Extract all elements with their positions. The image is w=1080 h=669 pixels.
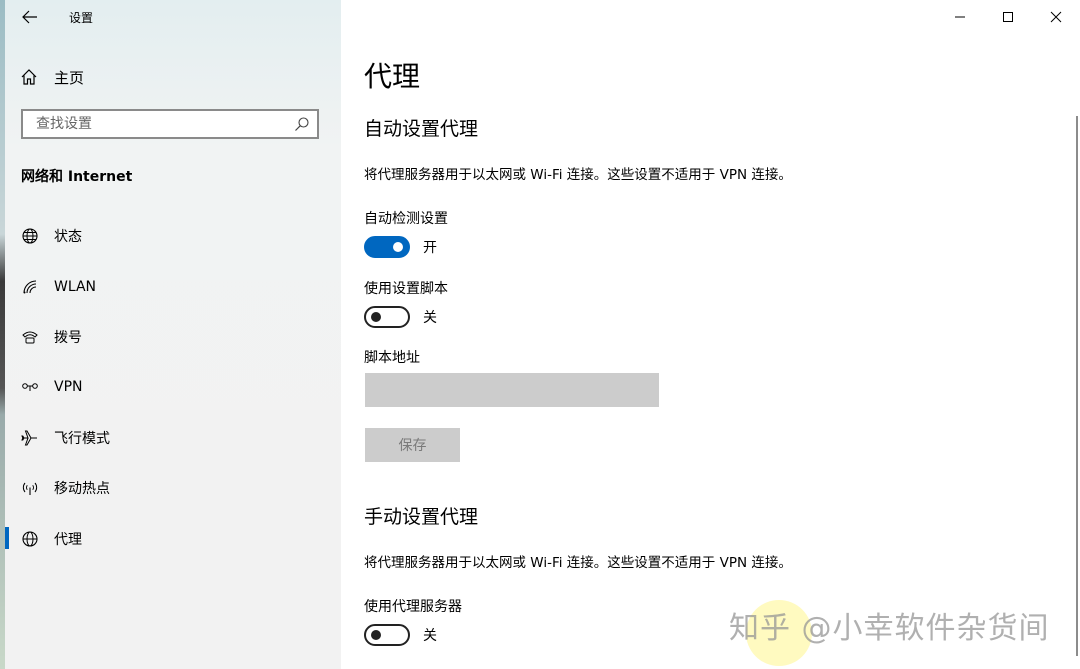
title-bar-left: 设置 bbox=[0, 0, 341, 34]
sidebar-item-vpn[interactable]: VPN bbox=[0, 362, 341, 412]
use-proxy-label: 使用代理服务器 bbox=[364, 599, 462, 615]
manual-proxy-description: 将代理服务器用于以太网或 Wi-Fi 连接。这些设置不适用于 VPN 连接。 bbox=[364, 555, 792, 571]
main-content: 代理 自动设置代理 将代理服务器用于以太网或 Wi-Fi 连接。这些设置不适用于… bbox=[341, 0, 1080, 669]
sidebar-item-status[interactable]: 状态 bbox=[0, 211, 341, 261]
globe-icon bbox=[20, 529, 40, 549]
close-icon bbox=[1050, 11, 1062, 23]
auto-detect-state: 开 bbox=[423, 240, 437, 256]
minimize-button[interactable] bbox=[936, 0, 984, 34]
script-address-label: 脚本地址 bbox=[364, 350, 420, 366]
use-script-row: 关 bbox=[364, 306, 437, 328]
auto-detect-label: 自动检测设置 bbox=[364, 211, 448, 227]
search-input[interactable] bbox=[34, 115, 288, 133]
watermark: 知乎 @小幸软件杂货间 bbox=[729, 611, 1050, 646]
sidebar-home[interactable]: 主页 bbox=[18, 64, 84, 90]
sidebar-item-airplane-mode[interactable]: 飞行模式 bbox=[0, 413, 341, 463]
use-script-label: 使用设置脚本 bbox=[364, 281, 448, 297]
auto-detect-row: 开 bbox=[364, 236, 437, 258]
sidebar: 设置 主页 网络和 Internet 状态 WLAN bbox=[0, 0, 341, 669]
sidebar-item-proxy[interactable]: 代理 bbox=[0, 513, 341, 563]
use-script-toggle[interactable] bbox=[364, 306, 410, 328]
sidebar-section-title: 网络和 Internet bbox=[21, 169, 133, 185]
toggle-knob bbox=[371, 312, 381, 322]
airplane-icon bbox=[20, 428, 40, 448]
dialup-icon bbox=[20, 327, 40, 347]
globe-status-icon bbox=[20, 226, 40, 246]
home-icon bbox=[18, 66, 40, 88]
use-proxy-state: 关 bbox=[423, 628, 437, 644]
manual-proxy-heading: 手动设置代理 bbox=[364, 506, 479, 528]
auto-detect-toggle[interactable] bbox=[364, 236, 410, 258]
scrollbar[interactable] bbox=[1076, 116, 1078, 656]
wifi-icon bbox=[20, 277, 40, 297]
use-proxy-row: 关 bbox=[364, 624, 437, 646]
back-arrow-icon bbox=[22, 10, 37, 24]
minimize-icon bbox=[955, 16, 965, 18]
sidebar-item-hotspot[interactable]: 移动热点 bbox=[0, 463, 341, 513]
search-icon[interactable] bbox=[294, 116, 310, 132]
maximize-icon bbox=[1003, 12, 1013, 22]
page-title: 代理 bbox=[364, 60, 421, 93]
sidebar-nav: 状态 WLAN 拨号 VPN 飞行模式 移动热点 代理 bbox=[0, 211, 341, 564]
vpn-icon bbox=[20, 377, 40, 397]
toggle-knob bbox=[371, 630, 381, 640]
window-controls bbox=[936, 0, 1080, 34]
sidebar-item-label: WLAN bbox=[54, 278, 97, 295]
sidebar-item-wlan[interactable]: WLAN bbox=[0, 261, 341, 311]
script-address-input[interactable] bbox=[365, 373, 659, 407]
home-label: 主页 bbox=[54, 68, 85, 87]
use-proxy-toggle[interactable] bbox=[364, 624, 410, 646]
auto-proxy-heading: 自动设置代理 bbox=[364, 118, 479, 140]
hotspot-icon bbox=[20, 478, 40, 498]
sidebar-item-label: 拨号 bbox=[54, 329, 82, 346]
save-button[interactable]: 保存 bbox=[365, 428, 460, 462]
back-button[interactable] bbox=[18, 6, 42, 28]
use-script-state: 关 bbox=[423, 310, 437, 326]
sidebar-item-label: 飞行模式 bbox=[54, 430, 110, 447]
sidebar-item-label: 移动热点 bbox=[54, 481, 110, 498]
auto-proxy-description: 将代理服务器用于以太网或 Wi-Fi 连接。这些设置不适用于 VPN 连接。 bbox=[364, 167, 792, 183]
toggle-knob bbox=[393, 242, 403, 252]
app-title: 设置 bbox=[69, 11, 94, 25]
sidebar-item-label: 代理 bbox=[54, 531, 82, 548]
sidebar-item-label: 状态 bbox=[54, 229, 82, 246]
close-button[interactable] bbox=[1032, 0, 1080, 34]
sidebar-item-dialup[interactable]: 拨号 bbox=[0, 312, 341, 362]
search-box[interactable] bbox=[21, 109, 319, 139]
sidebar-item-label: VPN bbox=[54, 379, 83, 396]
maximize-button[interactable] bbox=[984, 0, 1032, 34]
